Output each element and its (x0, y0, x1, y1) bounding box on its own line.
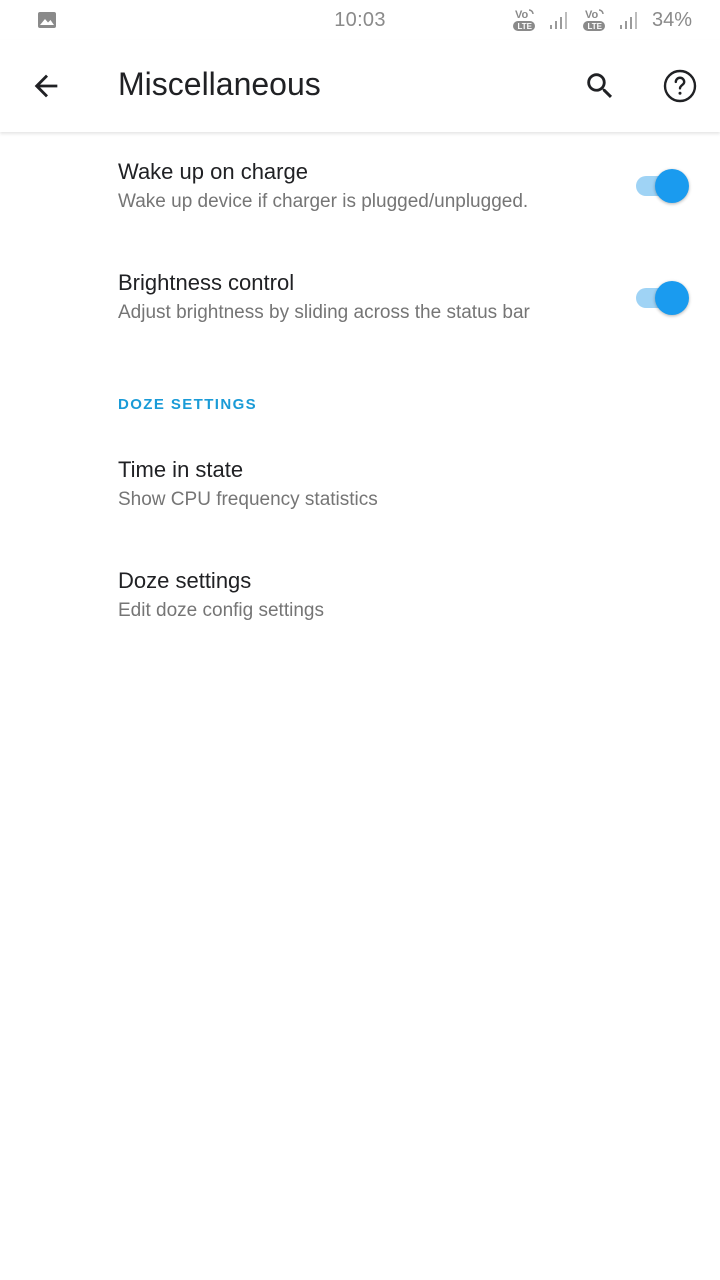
pref-title: Time in state (118, 457, 244, 482)
signal-icon (619, 12, 637, 29)
page-title: Miscellaneous (118, 66, 321, 102)
pref-summary: Edit doze config settings (118, 600, 324, 621)
volte-icon: Vo LTE (582, 9, 605, 31)
pref-time-in-state[interactable]: Time in state Show CPU frequency statist… (0, 432, 720, 543)
back-arrow-icon (34, 74, 58, 98)
pref-doze-settings[interactable]: Doze settings Edit doze config settings (0, 543, 720, 654)
search-button[interactable] (576, 62, 624, 110)
svg-text:Vo: Vo (515, 9, 529, 21)
pref-summary: Show CPU frequency statistics (118, 489, 378, 510)
brightness-control-toggle[interactable] (634, 280, 690, 315)
svg-text:LTE: LTE (587, 22, 602, 31)
pref-brightness-control[interactable]: Brightness control Adjust brightness by … (0, 243, 720, 354)
pref-summary: Wake up device if charger is plugged/unp… (118, 191, 529, 212)
pref-title: Wake up on charge (118, 159, 308, 184)
volte-icon: Vo LTE (512, 9, 535, 31)
app-bar: Miscellaneous (0, 40, 720, 132)
svg-text:LTE: LTE (517, 22, 532, 31)
help-icon (663, 69, 697, 103)
pref-wake-up-on-charge[interactable]: Wake up on charge Wake up device if char… (0, 132, 720, 243)
help-button[interactable] (656, 62, 704, 110)
wake-up-on-charge-toggle[interactable] (634, 168, 690, 203)
search-icon (587, 73, 613, 99)
pref-title: Brightness control (118, 270, 295, 295)
toggle-thumb (655, 169, 689, 203)
svg-text:Vo: Vo (585, 9, 599, 21)
back-button[interactable] (22, 62, 70, 110)
pref-title: Doze settings (118, 568, 252, 593)
signal-icon (549, 12, 567, 29)
screen: 10:03 Vo LTE Vo LTE 34% Miscellaneous Wa… (0, 0, 720, 1280)
status-icons: Vo LTE Vo LTE 34% (510, 6, 692, 34)
section-header-doze: DOZE SETTINGS (118, 396, 258, 413)
battery-percent: 34% (651, 8, 692, 31)
pref-summary: Adjust brightness by sliding across the … (118, 302, 530, 323)
status-bar: 10:03 Vo LTE Vo LTE 34% (0, 0, 720, 40)
toggle-thumb (655, 281, 689, 315)
